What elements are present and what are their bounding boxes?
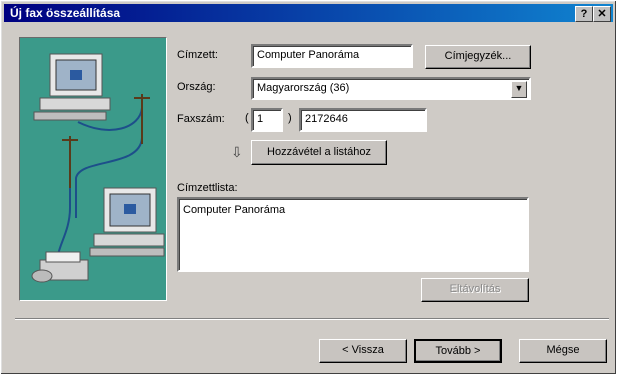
close-button[interactable]: ✕ bbox=[593, 6, 611, 22]
recipient-input[interactable]: Computer Panoráma bbox=[251, 44, 413, 68]
area-paren-close: ) bbox=[288, 112, 292, 124]
fax-illustration bbox=[19, 37, 167, 301]
remove-button[interactable]: Eltávolítás bbox=[421, 278, 529, 302]
window-title: Új fax összeállítása bbox=[10, 6, 121, 20]
fax-number-input[interactable]: 2172646 bbox=[299, 108, 427, 132]
footer-separator bbox=[15, 318, 609, 320]
country-select[interactable]: Magyarország (36) ▼ bbox=[251, 77, 531, 100]
fax-number-label: Faxszám: bbox=[177, 113, 225, 125]
recipient-list-label: Címzettlista: bbox=[177, 182, 238, 194]
title-bar: Új fax összeállítása ? ✕ bbox=[4, 4, 613, 22]
next-button[interactable]: Tovább > bbox=[414, 339, 502, 363]
fax-wizard-window: Új fax összeállítása ? ✕ Címzett: Comput… bbox=[0, 0, 617, 375]
recipient-label: Címzett: bbox=[177, 49, 218, 61]
add-to-list-button[interactable]: Hozzávétel a listához bbox=[251, 140, 387, 165]
cancel-button[interactable]: Mégse bbox=[519, 339, 607, 363]
down-arrow-icon: ⇩ bbox=[231, 144, 243, 160]
computers-and-fax-graphic bbox=[31, 53, 165, 283]
help-button[interactable]: ? bbox=[575, 6, 593, 22]
area-paren-open: ( bbox=[245, 112, 249, 124]
area-code-input[interactable]: 1 bbox=[251, 108, 283, 132]
list-item[interactable]: Computer Panoráma bbox=[183, 203, 527, 217]
dropdown-arrow-icon[interactable]: ▼ bbox=[511, 81, 527, 98]
recipient-list[interactable]: Computer Panoráma bbox=[177, 197, 529, 272]
address-book-button[interactable]: Címjegyzék... bbox=[425, 45, 531, 69]
back-button[interactable]: < Vissza bbox=[319, 339, 407, 363]
country-value: Magyarország (36) bbox=[257, 82, 350, 94]
country-label: Ország: bbox=[177, 81, 216, 93]
